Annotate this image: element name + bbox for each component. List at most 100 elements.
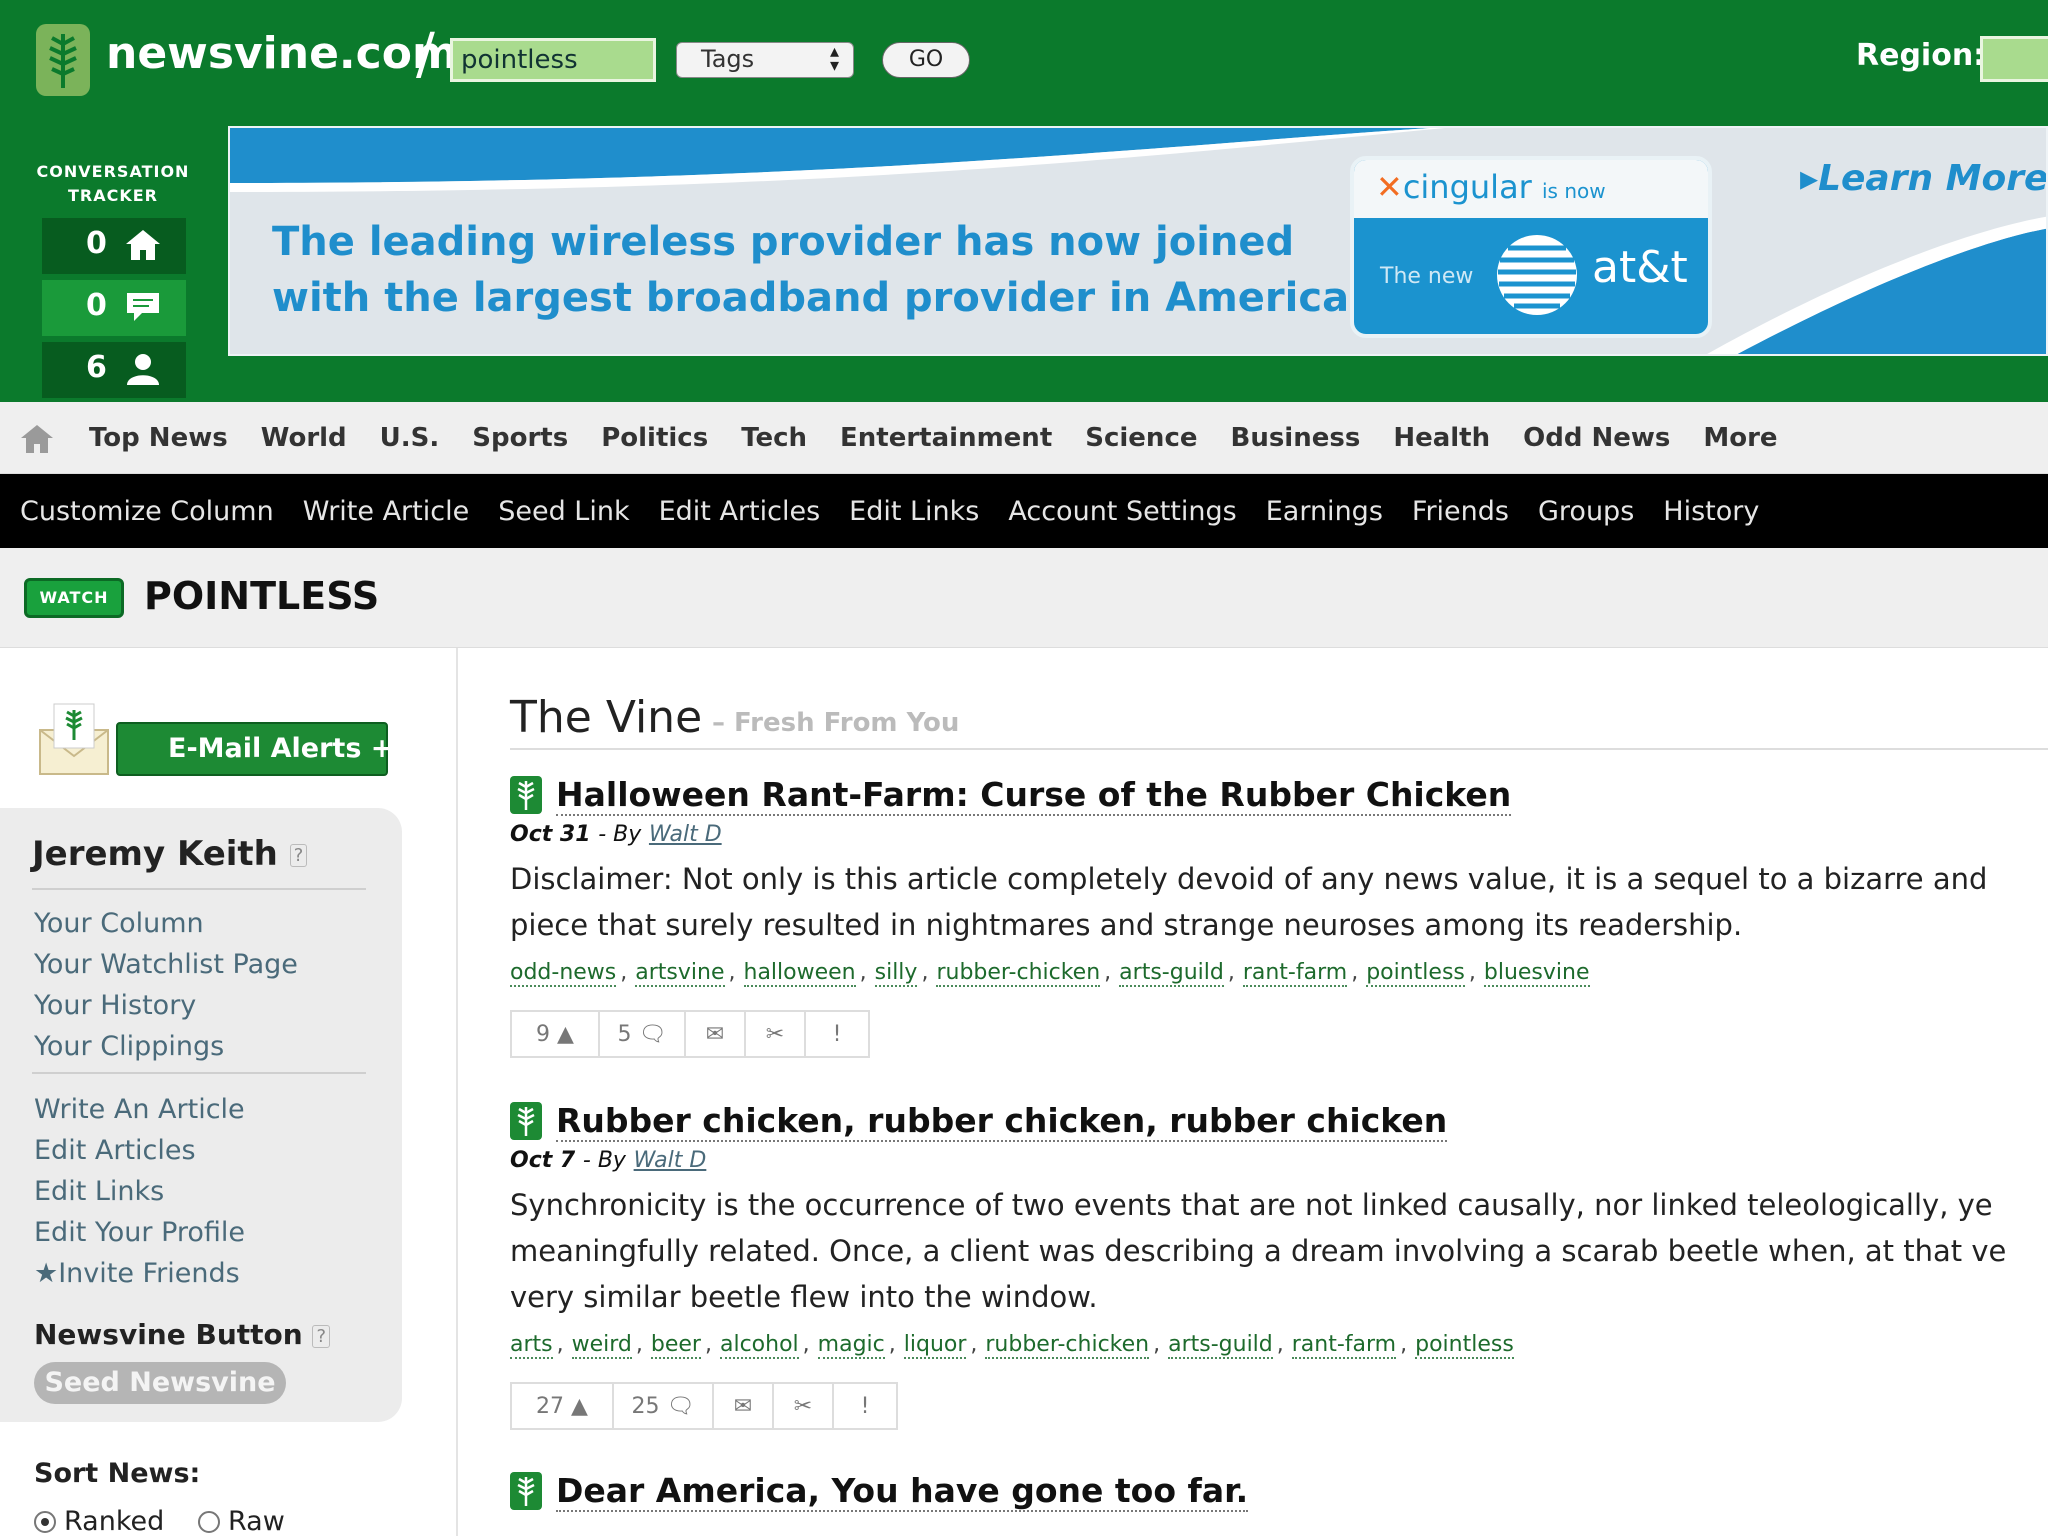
link-edit-links[interactable]: Edit Links <box>34 1176 164 1207</box>
link-invite-friends[interactable]: ★Invite Friends <box>34 1258 240 1289</box>
link-your-column[interactable]: Your Column <box>34 908 204 939</box>
home-icon[interactable] <box>20 424 54 458</box>
link-edit-articles[interactable]: Edit Articles <box>34 1135 196 1166</box>
comments-button[interactable]: 25 🗨 <box>614 1384 714 1428</box>
clip-button[interactable]: ✂ <box>746 1012 806 1056</box>
sort-ranked-radio[interactable]: Ranked <box>34 1506 164 1536</box>
newsvine-leaf-icon[interactable] <box>36 24 90 96</box>
tag-link[interactable]: odd-news <box>510 960 617 987</box>
help-icon[interactable]: ? <box>312 1324 331 1348</box>
tracker-row-comments[interactable]: 0 <box>42 280 186 336</box>
tag-link[interactable]: magic <box>817 1332 885 1359</box>
tag-link[interactable]: liquor <box>903 1332 967 1359</box>
tag-link[interactable]: rubber-chicken <box>936 960 1101 987</box>
subnav-item-groups[interactable]: Groups <box>1526 496 1646 527</box>
user-panel: Jeremy Keith ? Your Column Your Watchlis… <box>0 808 402 1422</box>
tag-link[interactable]: halloween <box>743 960 856 987</box>
tag-link[interactable]: rant-farm <box>1291 1332 1397 1359</box>
sort-raw-radio[interactable]: Raw <box>198 1506 285 1536</box>
learn-more-link[interactable]: ▸Learn More <box>1800 158 2046 199</box>
email-alerts-button[interactable]: E-Mail Alerts + <box>116 722 393 776</box>
subnav-item-history[interactable]: History <box>1651 496 1771 527</box>
subnav-item-edit-articles[interactable]: Edit Articles <box>647 496 833 527</box>
link-write-an-article[interactable]: Write An Article <box>34 1094 245 1125</box>
advertisement-banner[interactable]: The leading wireless provider has now jo… <box>228 126 2048 356</box>
is-now-text: is now <box>1542 179 1606 203</box>
go-button[interactable]: GO <box>882 42 970 78</box>
subnav-item-seed-link[interactable]: Seed Link <box>486 496 641 527</box>
link-your-history[interactable]: Your History <box>34 990 196 1021</box>
article-title[interactable]: Halloween Rant-Farm: Curse of the Rubber… <box>556 776 1512 816</box>
subnav-item-friends[interactable]: Friends <box>1400 496 1521 527</box>
newsvine-button-title: Newsvine Button ? <box>34 1318 331 1351</box>
tag-link[interactable]: artsvine <box>635 960 725 987</box>
subnav-item-write-article[interactable]: Write Article <box>291 496 481 527</box>
nav-item-top-news[interactable]: Top News <box>78 423 239 453</box>
site-logo[interactable]: newsvine.com <box>106 28 458 79</box>
subnav-item-customize-column[interactable]: Customize Column <box>8 496 286 527</box>
tracker-row-people[interactable]: 6 <box>42 342 186 398</box>
article-title[interactable]: Rubber chicken, rubber chicken, rubber c… <box>556 1102 1448 1142</box>
link-edit-your-profile[interactable]: Edit Your Profile <box>34 1217 245 1248</box>
envelope-icon: ✉ <box>705 1021 725 1047</box>
nav-item-tech[interactable]: Tech <box>730 423 818 453</box>
tag-link[interactable]: arts <box>510 1332 553 1359</box>
tag-link[interactable]: pointless <box>1415 1332 1514 1359</box>
help-icon[interactable]: ? <box>289 844 308 867</box>
the-new-text: The new <box>1380 264 1474 289</box>
cingular-x-icon: ✕ <box>1376 168 1403 206</box>
search-scope-select[interactable]: Tags ▴ ▾ <box>676 42 854 78</box>
tracker-title-line1: CONVERSATION <box>36 162 190 181</box>
report-button[interactable]: ! <box>834 1384 896 1428</box>
tag-link[interactable]: rant-farm <box>1242 960 1348 987</box>
comments-button[interactable]: 5 🗨 <box>600 1012 686 1056</box>
vote-button[interactable]: 9 ▲ <box>512 1012 600 1056</box>
secondary-nav-items: Customize Column Write Article Seed Link Ed… <box>0 474 1776 548</box>
tag-link[interactable]: bluesvine <box>1483 960 1590 987</box>
region-select[interactable] <box>1980 36 2048 82</box>
primary-nav: Top News World U.S. Sports Politics Tech Enter… <box>0 402 2048 474</box>
nav-item-sports[interactable]: Sports <box>461 423 579 453</box>
tag-separator: , <box>1468 960 1476 985</box>
nav-item-more[interactable]: More <box>1692 423 1788 453</box>
nav-item-health[interactable]: Health <box>1382 423 1501 453</box>
tag-link[interactable]: pointless <box>1366 960 1465 987</box>
clip-button[interactable]: ✂ <box>774 1384 834 1428</box>
article-actions: 9 ▲ 5 🗨 ✉ ✂ ! <box>510 1010 870 1058</box>
nav-item-science[interactable]: Science <box>1074 423 1208 453</box>
nav-item-business[interactable]: Business <box>1220 423 1372 453</box>
email-button[interactable]: ✉ <box>714 1384 774 1428</box>
nav-item-odd-news[interactable]: Odd News <box>1512 423 1681 453</box>
report-icon: ! <box>860 1393 870 1419</box>
search-input[interactable] <box>450 38 656 82</box>
nav-item-politics[interactable]: Politics <box>590 423 719 453</box>
article-author[interactable]: Walt D <box>634 1148 707 1173</box>
link-your-clippings[interactable]: Your Clippings <box>34 1031 224 1062</box>
tag-link[interactable]: arts-guild <box>1168 1332 1273 1359</box>
article-author[interactable]: Walt D <box>649 822 722 847</box>
nav-item-entertainment[interactable]: Entertainment <box>829 423 1063 453</box>
article-leaf-icon <box>510 1472 542 1510</box>
tag-link[interactable]: weird <box>571 1332 632 1359</box>
link-your-watchlist-page[interactable]: Your Watchlist Page <box>34 949 298 980</box>
nav-item-u-s[interactable]: U.S. <box>369 423 451 453</box>
tag-link[interactable]: rubber-chicken <box>985 1332 1150 1359</box>
seed-newsvine-button[interactable]: Seed Newsvine <box>34 1362 286 1404</box>
nav-item-world[interactable]: World <box>250 423 358 453</box>
article-title[interactable]: Dear America, You have gone too far. <box>556 1472 1249 1512</box>
vote-button[interactable]: 27 ▲ <box>512 1384 614 1428</box>
email-alerts-widget[interactable]: E-Mail Alerts + <box>36 700 393 780</box>
subnav-item-edit-links[interactable]: Edit Links <box>837 496 991 527</box>
subnav-item-account-settings[interactable]: Account Settings <box>996 496 1248 527</box>
tag-link[interactable]: alcohol <box>719 1332 799 1359</box>
tag-link[interactable]: silly <box>874 960 918 987</box>
tag-link[interactable]: arts-guild <box>1119 960 1224 987</box>
tag-link[interactable]: beer <box>650 1332 701 1359</box>
watch-button[interactable]: WATCH <box>24 578 124 618</box>
subnav-item-earnings[interactable]: Earnings <box>1254 496 1395 527</box>
report-button[interactable]: ! <box>806 1012 868 1056</box>
email-button[interactable]: ✉ <box>686 1012 746 1056</box>
user-name-text: Jeremy Keith <box>32 834 278 874</box>
tag-separator: , <box>635 1332 643 1357</box>
tracker-row-home[interactable]: 0 <box>42 218 186 274</box>
